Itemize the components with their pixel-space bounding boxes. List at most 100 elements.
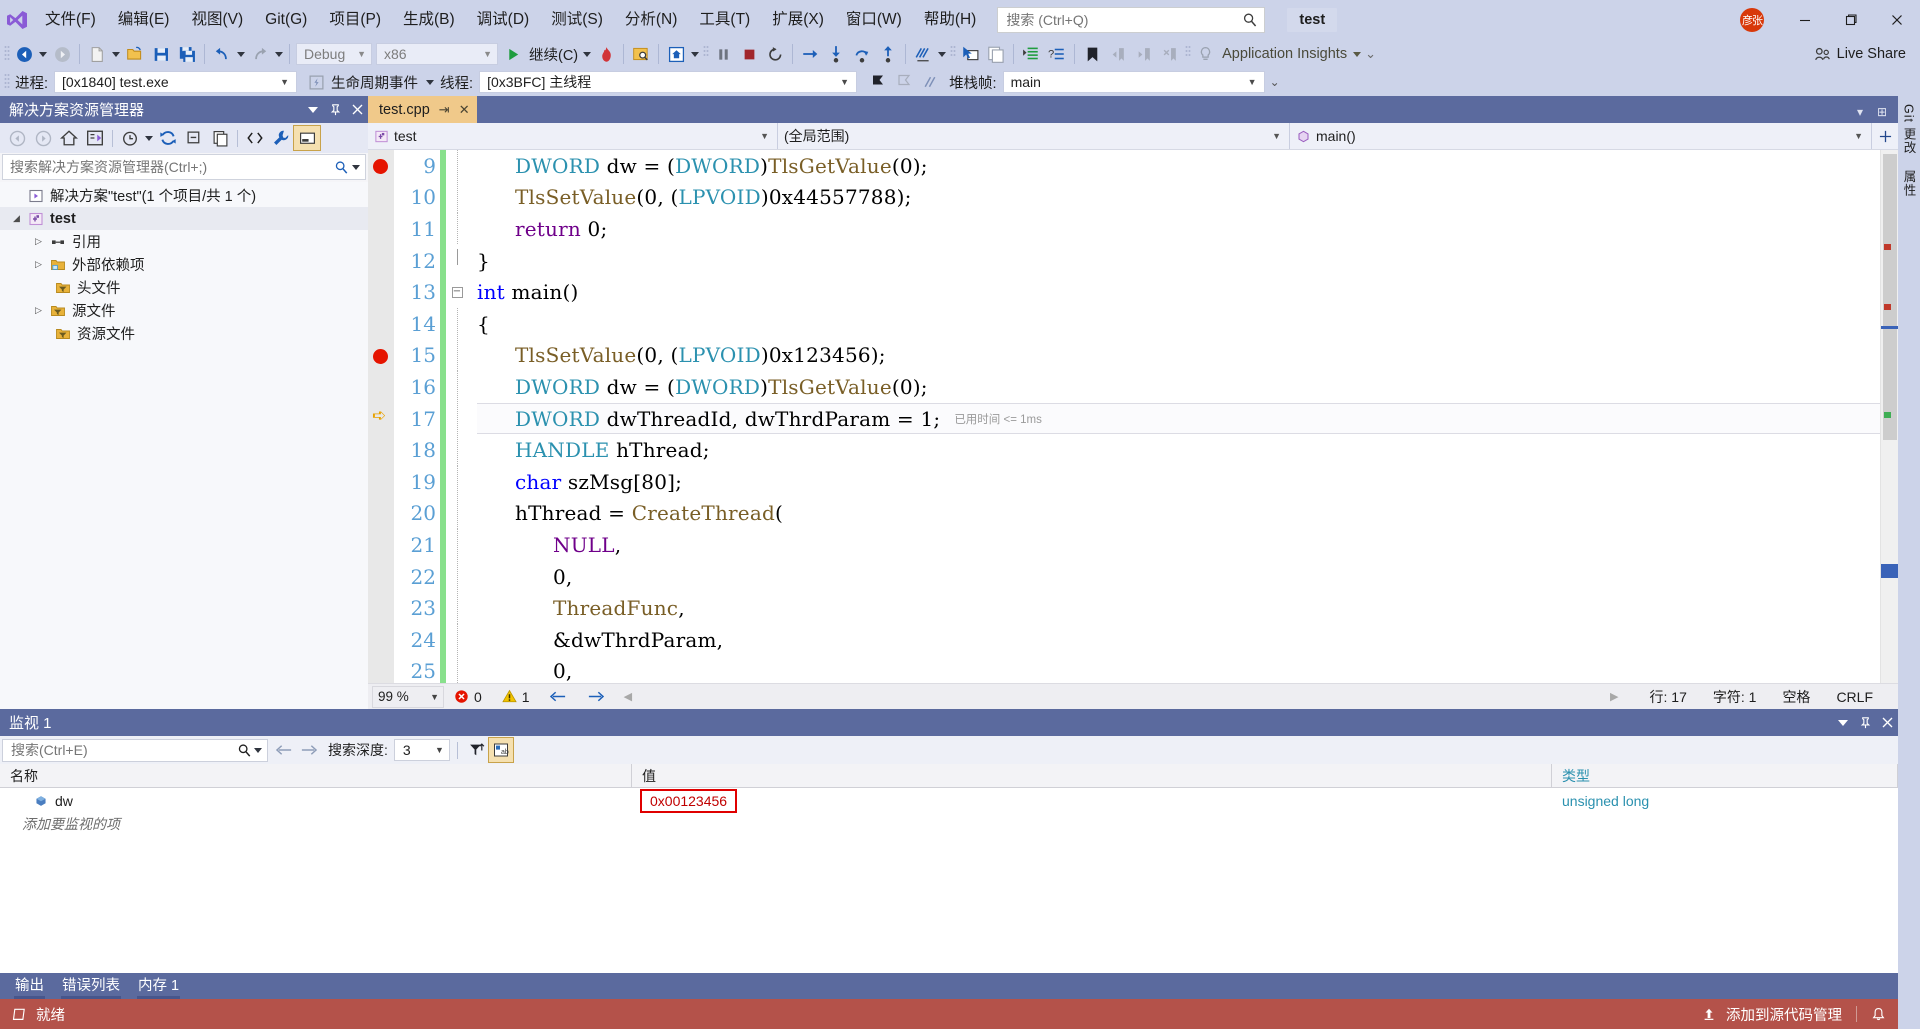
undo-button[interactable] — [209, 42, 235, 66]
code-line[interactable]: 24 &dwThrdParam, — [394, 623, 1880, 656]
fold-column[interactable] — [446, 497, 468, 530]
code-line[interactable]: 23 ThreadFunc, — [394, 592, 1880, 624]
show-threads-button[interactable] — [917, 70, 943, 94]
close-icon[interactable]: ✕ — [459, 102, 470, 118]
solution-explorer-close-button[interactable] — [346, 99, 368, 121]
watch-row-name-cell[interactable]: dw — [0, 788, 632, 813]
code-surface[interactable]: ➪ 9 DWORD dw = (DWORD)TlsGetValue(0); 10 Tl… — [368, 150, 1898, 683]
previous-bookmark-button[interactable] — [1105, 42, 1131, 66]
watch-search-input[interactable] — [11, 742, 237, 758]
attach-process-button[interactable] — [628, 42, 654, 66]
thread-combo[interactable]: [0x3BFC] 主线程 ▼ — [479, 71, 858, 93]
redo-dropdown[interactable] — [273, 42, 285, 66]
comment-dropdown[interactable] — [936, 42, 948, 66]
tree-node-header-files[interactable]: 头文件 — [0, 276, 368, 299]
nav-expand-button[interactable] — [1872, 130, 1898, 143]
indentation-indicator[interactable]: 空格 — [1769, 687, 1823, 707]
solution-explorer-search-input[interactable] — [10, 159, 334, 175]
maximize-button[interactable] — [1828, 0, 1874, 40]
solution-configuration-combo[interactable]: Debug ▼ — [296, 43, 372, 65]
fold-column[interactable] — [446, 529, 468, 561]
live-share-button[interactable]: Live Share — [1814, 46, 1920, 63]
search-depth-combo[interactable]: 3 ▼ — [393, 739, 450, 761]
nav-project-combo[interactable]: test ▼ — [368, 123, 778, 149]
chevron-right-icon[interactable]: ▷ — [30, 236, 47, 247]
code-line[interactable]: 22 0, — [394, 560, 1880, 593]
toolbar-grip-2[interactable] — [701, 44, 710, 64]
save-button[interactable] — [148, 42, 174, 66]
error-count-item[interactable]: 0 — [444, 689, 492, 705]
code-text[interactable]: ThreadFunc, — [468, 596, 685, 620]
menu-item-git[interactable]: Git(G) — [254, 0, 318, 40]
navigate-forward-button[interactable] — [49, 42, 75, 66]
toolbar-grip-4[interactable] — [1183, 44, 1192, 64]
tab-output[interactable]: 输出 — [6, 973, 53, 999]
menu-item-test[interactable]: 测试(S) — [540, 0, 614, 40]
menu-item-window[interactable]: 窗口(W) — [835, 0, 913, 40]
fold-column[interactable] — [446, 308, 468, 340]
breakpoint-glyph[interactable] — [373, 349, 388, 364]
editor-zoom-combo[interactable]: 99 % ▼ — [372, 685, 444, 708]
document-tab-test-cpp[interactable]: test.cpp ⇥ ✕ — [368, 96, 477, 123]
menu-item-build[interactable]: 生成(B) — [392, 0, 466, 40]
fold-column[interactable] — [446, 181, 468, 214]
se-switch-views-button[interactable] — [82, 126, 108, 150]
toolbar-grip-3[interactable] — [948, 44, 957, 64]
chevron-down-icon[interactable]: ◢ — [8, 213, 25, 224]
step-out-button[interactable] — [875, 42, 901, 66]
se-pending-dropdown[interactable] — [143, 126, 155, 150]
code-line[interactable]: 13− int main() — [394, 276, 1880, 308]
tab-list-dropdown[interactable]: ▾ — [1850, 101, 1870, 123]
menu-item-file[interactable]: 文件(F) — [34, 0, 107, 40]
tree-node-references[interactable]: ▷ 引用 — [0, 230, 368, 253]
menu-item-analyze[interactable]: 分析(N) — [614, 0, 689, 40]
code-line[interactable]: 17 DWORD dwThreadId, dwThrdParam = 1; 已用时间… — [394, 402, 1880, 435]
code-line[interactable]: 18 HANDLE hThread; — [394, 434, 1880, 466]
watch-close-button[interactable] — [1876, 712, 1898, 734]
menu-item-help[interactable]: 帮助(H) — [913, 0, 988, 40]
debug-toolbar-grip[interactable] — [2, 72, 11, 92]
application-insights-dropdown[interactable] — [1351, 42, 1363, 66]
column-header-value[interactable]: 值 — [632, 764, 1552, 787]
quick-help-button[interactable]: ? — [1044, 42, 1070, 66]
tree-node-resource-files[interactable]: 资源文件 — [0, 322, 368, 345]
hot-reload-button[interactable] — [593, 42, 619, 66]
code-line[interactable]: 11 return 0; — [394, 213, 1880, 245]
search-options-dropdown[interactable] — [352, 164, 360, 170]
watch-row-value-cell[interactable]: 0x00123456 — [632, 788, 1552, 813]
stop-debugging-button[interactable] — [736, 42, 762, 66]
code-text[interactable]: return 0; — [468, 217, 607, 241]
glyph-margin[interactable]: ➪ — [368, 150, 394, 683]
chevron-right-icon[interactable]: ▷ — [30, 305, 47, 316]
se-forward-button[interactable] — [30, 126, 56, 150]
diagnostic-dropdown[interactable] — [689, 42, 701, 66]
code-text[interactable]: } — [468, 249, 490, 273]
increase-indent-button[interactable] — [1018, 42, 1044, 66]
show-next-statement-button[interactable] — [797, 42, 823, 66]
diagnostic-tools-button[interactable] — [663, 42, 689, 66]
tab-memory-1[interactable]: 内存 1 — [129, 973, 188, 999]
clear-bookmarks-button[interactable] — [1157, 42, 1183, 66]
fold-column[interactable] — [446, 655, 468, 683]
process-combo[interactable]: [0x1840] test.exe ▼ — [54, 71, 298, 93]
source-control-label[interactable]: 添加到源代码管理 — [1726, 1004, 1842, 1025]
nav-member-combo[interactable]: main() ▼ — [1290, 123, 1872, 149]
solution-explorer-pin-button[interactable] — [324, 99, 346, 121]
lifecycle-dropdown[interactable] — [424, 70, 436, 94]
tree-node-external-dependencies[interactable]: ▷ 外部依赖项 — [0, 253, 368, 276]
column-header-name[interactable]: 名称 — [0, 764, 632, 787]
navigate-to-button[interactable] — [957, 42, 983, 66]
rail-item-git-changes[interactable]: Git 更改 — [1900, 104, 1919, 154]
continue-label[interactable]: 继续(C) — [526, 44, 581, 65]
code-text[interactable]: TlsSetValue(0, (LPVOID)0x44557788); — [468, 185, 912, 209]
next-issue-button[interactable] — [577, 689, 614, 704]
se-preview-selected-button[interactable] — [293, 125, 321, 151]
code-line[interactable]: 19 char szMsg[80]; — [394, 465, 1880, 498]
code-text[interactable]: char szMsg[80]; — [468, 470, 682, 494]
menu-item-view[interactable]: 视图(V) — [180, 0, 254, 40]
menu-item-project[interactable]: 项目(P) — [318, 0, 392, 40]
fold-column[interactable] — [446, 213, 468, 245]
next-bookmark-button[interactable] — [1131, 42, 1157, 66]
tree-node-solution[interactable]: 解决方案"test"(1 个项目/共 1 个) — [0, 184, 368, 207]
fold-column[interactable]: − — [446, 276, 468, 308]
